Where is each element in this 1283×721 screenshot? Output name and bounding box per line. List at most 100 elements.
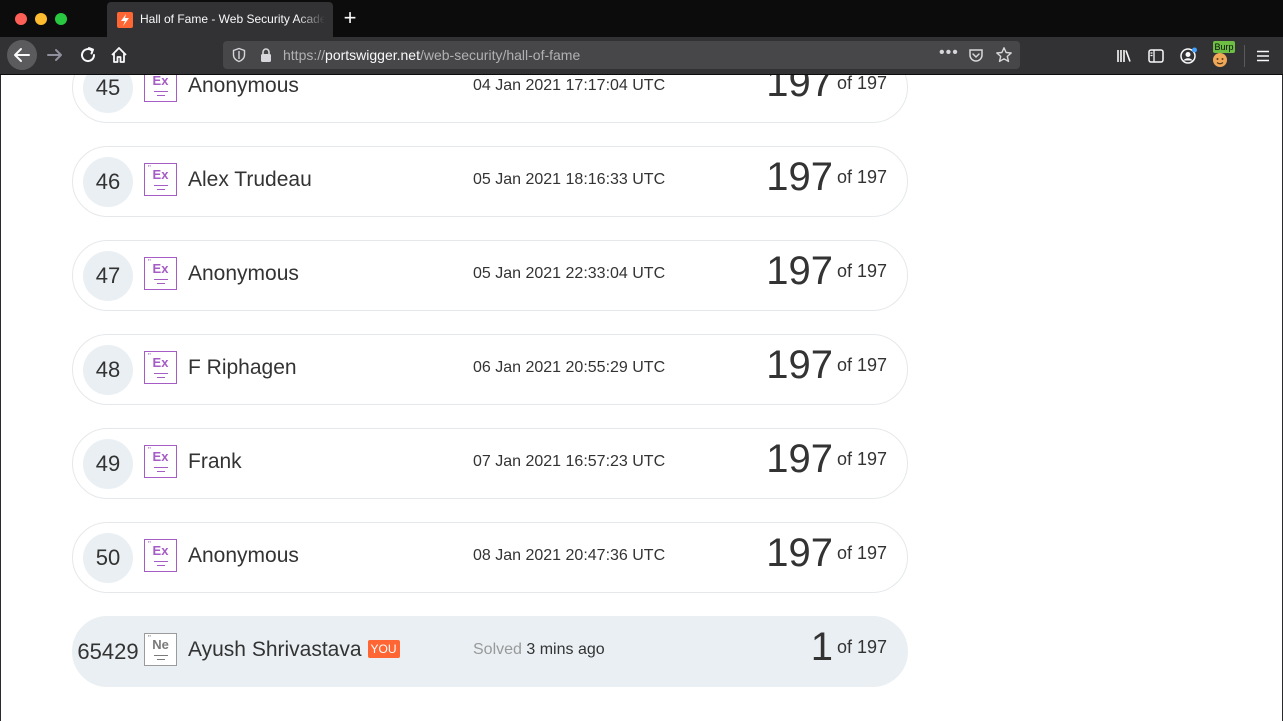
player-name: Anonymous — [188, 75, 299, 97]
score: 197 of 197 — [766, 343, 887, 388]
score-value: 1 — [810, 625, 833, 669]
url-text[interactable]: https://portswigger.net/web-security/hal… — [283, 47, 580, 63]
toolbar-separator — [1244, 45, 1245, 67]
leaderboard-row: 48 " Ex F Riphagen 06 Jan 2021 20:55:29 U… — [72, 334, 908, 405]
novice-level-badge-icon: " Ne — [144, 633, 177, 666]
leaderboard-row: 50 " Ex Anonymous 08 Jan 2021 20:47:36 UT… — [72, 522, 908, 593]
you-badge: YOU — [367, 640, 400, 658]
score-total: of 197 — [836, 261, 887, 281]
forward-arrow-icon — [47, 49, 62, 61]
burp-extension-icon[interactable] — [1211, 51, 1229, 69]
completion-date: 05 Jan 2021 18:16:33 UTC — [473, 171, 666, 188]
rank-number: 47 — [83, 251, 133, 301]
hall-of-fame-page: 45 "Ex Anonymous 04 Jan 2021 17:17:04 UT… — [0, 75, 1283, 721]
completion-date: 06 Jan 2021 20:55:29 UTC — [473, 359, 666, 376]
level-abbr: Ex — [152, 355, 169, 370]
level-abbr: Ex — [152, 261, 169, 276]
player-name: Alex Trudeau — [188, 168, 312, 191]
score-total: of 197 — [836, 75, 887, 93]
score-value: 197 — [766, 249, 833, 293]
expert-level-badge-icon: "Ex — [144, 257, 177, 290]
minimize-window-button[interactable] — [35, 13, 47, 25]
rank-number: 46 — [83, 157, 133, 207]
rank-number: 50 — [83, 533, 133, 583]
tracking-protection-shield-icon[interactable] — [231, 47, 247, 63]
score-value: 197 — [766, 343, 833, 387]
url-path: /web-security/hall-of-fame — [419, 47, 581, 63]
completion-date: 08 Jan 2021 20:47:36 UTC — [473, 547, 666, 564]
reload-icon — [81, 47, 96, 63]
new-tab-button[interactable]: + — [340, 6, 360, 30]
completion-date: 04 Jan 2021 17:17:04 UTC — [473, 77, 666, 94]
score-value: 197 — [766, 531, 833, 575]
leaderboard-row: 45 "Ex Anonymous 04 Jan 2021 17:17:04 UT… — [72, 75, 908, 123]
score-value: 197 — [766, 155, 833, 199]
page-actions-more-icon[interactable]: ••• — [939, 44, 959, 62]
leaderboard-row: 46 " Ex Alex Trudeau 05 Jan 2021 18:16:33… — [72, 146, 908, 217]
score-value: 197 — [766, 437, 833, 481]
tab-title: Hall of Fame - Web Security Academy — [140, 12, 325, 26]
back-arrow-icon — [14, 48, 30, 62]
score: 1 of 197 — [811, 625, 887, 670]
solved-time: 3 mins ago — [526, 641, 605, 658]
reload-button[interactable] — [76, 43, 100, 67]
sidebar-icon[interactable] — [1147, 47, 1165, 65]
solved-label: Solved — [473, 641, 522, 658]
bookmark-star-icon[interactable] — [995, 46, 1013, 64]
expert-level-badge-icon: "Ex — [144, 75, 177, 102]
player-name: F Riphagen — [188, 356, 297, 379]
portswigger-favicon-icon — [117, 12, 133, 28]
account-icon[interactable] — [1179, 47, 1197, 65]
completion-date: 05 Jan 2021 22:33:04 UTC — [473, 265, 666, 282]
browser-nav-bar: https://portswigger.net/web-security/hal… — [0, 37, 1283, 75]
level-abbr: Ex — [152, 449, 169, 464]
score-total: of 197 — [836, 449, 887, 469]
active-tab[interactable]: Hall of Fame - Web Security Academy — [107, 2, 333, 37]
expert-level-badge-icon: "Ex — [144, 351, 177, 384]
url-bar[interactable]: https://portswigger.net/web-security/hal… — [223, 41, 1020, 69]
solved-status: Solved 3 mins ago — [473, 641, 605, 659]
level-abbr: Ex — [152, 167, 169, 182]
score-total: of 197 — [836, 543, 887, 563]
score: 197 of 197 — [766, 75, 887, 106]
expert-level-badge-icon: "Ex — [144, 163, 177, 196]
window-edge — [0, 75, 1, 721]
score: 197 of 197 — [766, 531, 887, 576]
rank-number: 45 — [83, 75, 133, 113]
home-icon — [111, 47, 127, 63]
maximize-window-button[interactable] — [55, 13, 67, 25]
browser-tab-bar: Hall of Fame - Web Security Academy + — [0, 0, 1283, 37]
player-name: Frank — [188, 450, 242, 473]
back-button[interactable] — [7, 40, 37, 70]
expert-level-badge-icon: "Ex — [144, 445, 177, 478]
burp-extension-badge: Burp — [1213, 41, 1235, 53]
score: 197 of 197 — [766, 155, 887, 200]
score-total: of 197 — [836, 167, 887, 187]
close-window-button[interactable] — [15, 13, 27, 25]
score-value: 197 — [766, 75, 833, 105]
pocket-icon[interactable] — [968, 47, 984, 63]
leaderboard-row: 47 " Ex Anonymous 05 Jan 2021 22:33:04 UT… — [72, 240, 908, 311]
lock-icon[interactable] — [259, 47, 273, 63]
current-user-row: 65429 " Ne Ayush Shrivastava YOU Solved 3 … — [72, 616, 908, 687]
menu-hamburger-icon[interactable] — [1254, 47, 1272, 65]
url-scheme: https:// — [283, 47, 326, 63]
forward-button[interactable] — [43, 43, 67, 67]
leaderboard-row: 49 " Ex Frank 07 Jan 2021 16:57:23 UTC 19… — [72, 428, 908, 499]
score: 197 of 197 — [766, 249, 887, 294]
player-name: Ayush Shrivastava YOU — [188, 638, 400, 662]
rank-number: 48 — [83, 345, 133, 395]
score: 197 of 197 — [766, 437, 887, 482]
completion-date: 07 Jan 2021 16:57:23 UTC — [473, 453, 666, 470]
library-icon[interactable] — [1115, 47, 1133, 65]
level-abbr: Ex — [152, 543, 169, 558]
home-button[interactable] — [107, 43, 131, 67]
level-abbr: Ne — [152, 637, 169, 652]
score-total: of 197 — [836, 355, 887, 375]
expert-level-badge-icon: "Ex — [144, 539, 177, 572]
score-total: of 197 — [836, 637, 887, 657]
player-name: Anonymous — [188, 544, 299, 567]
rank-number: 65429 — [77, 639, 139, 664]
player-name-text: Ayush Shrivastava — [188, 638, 362, 661]
url-host: portswigger.net — [325, 47, 420, 63]
